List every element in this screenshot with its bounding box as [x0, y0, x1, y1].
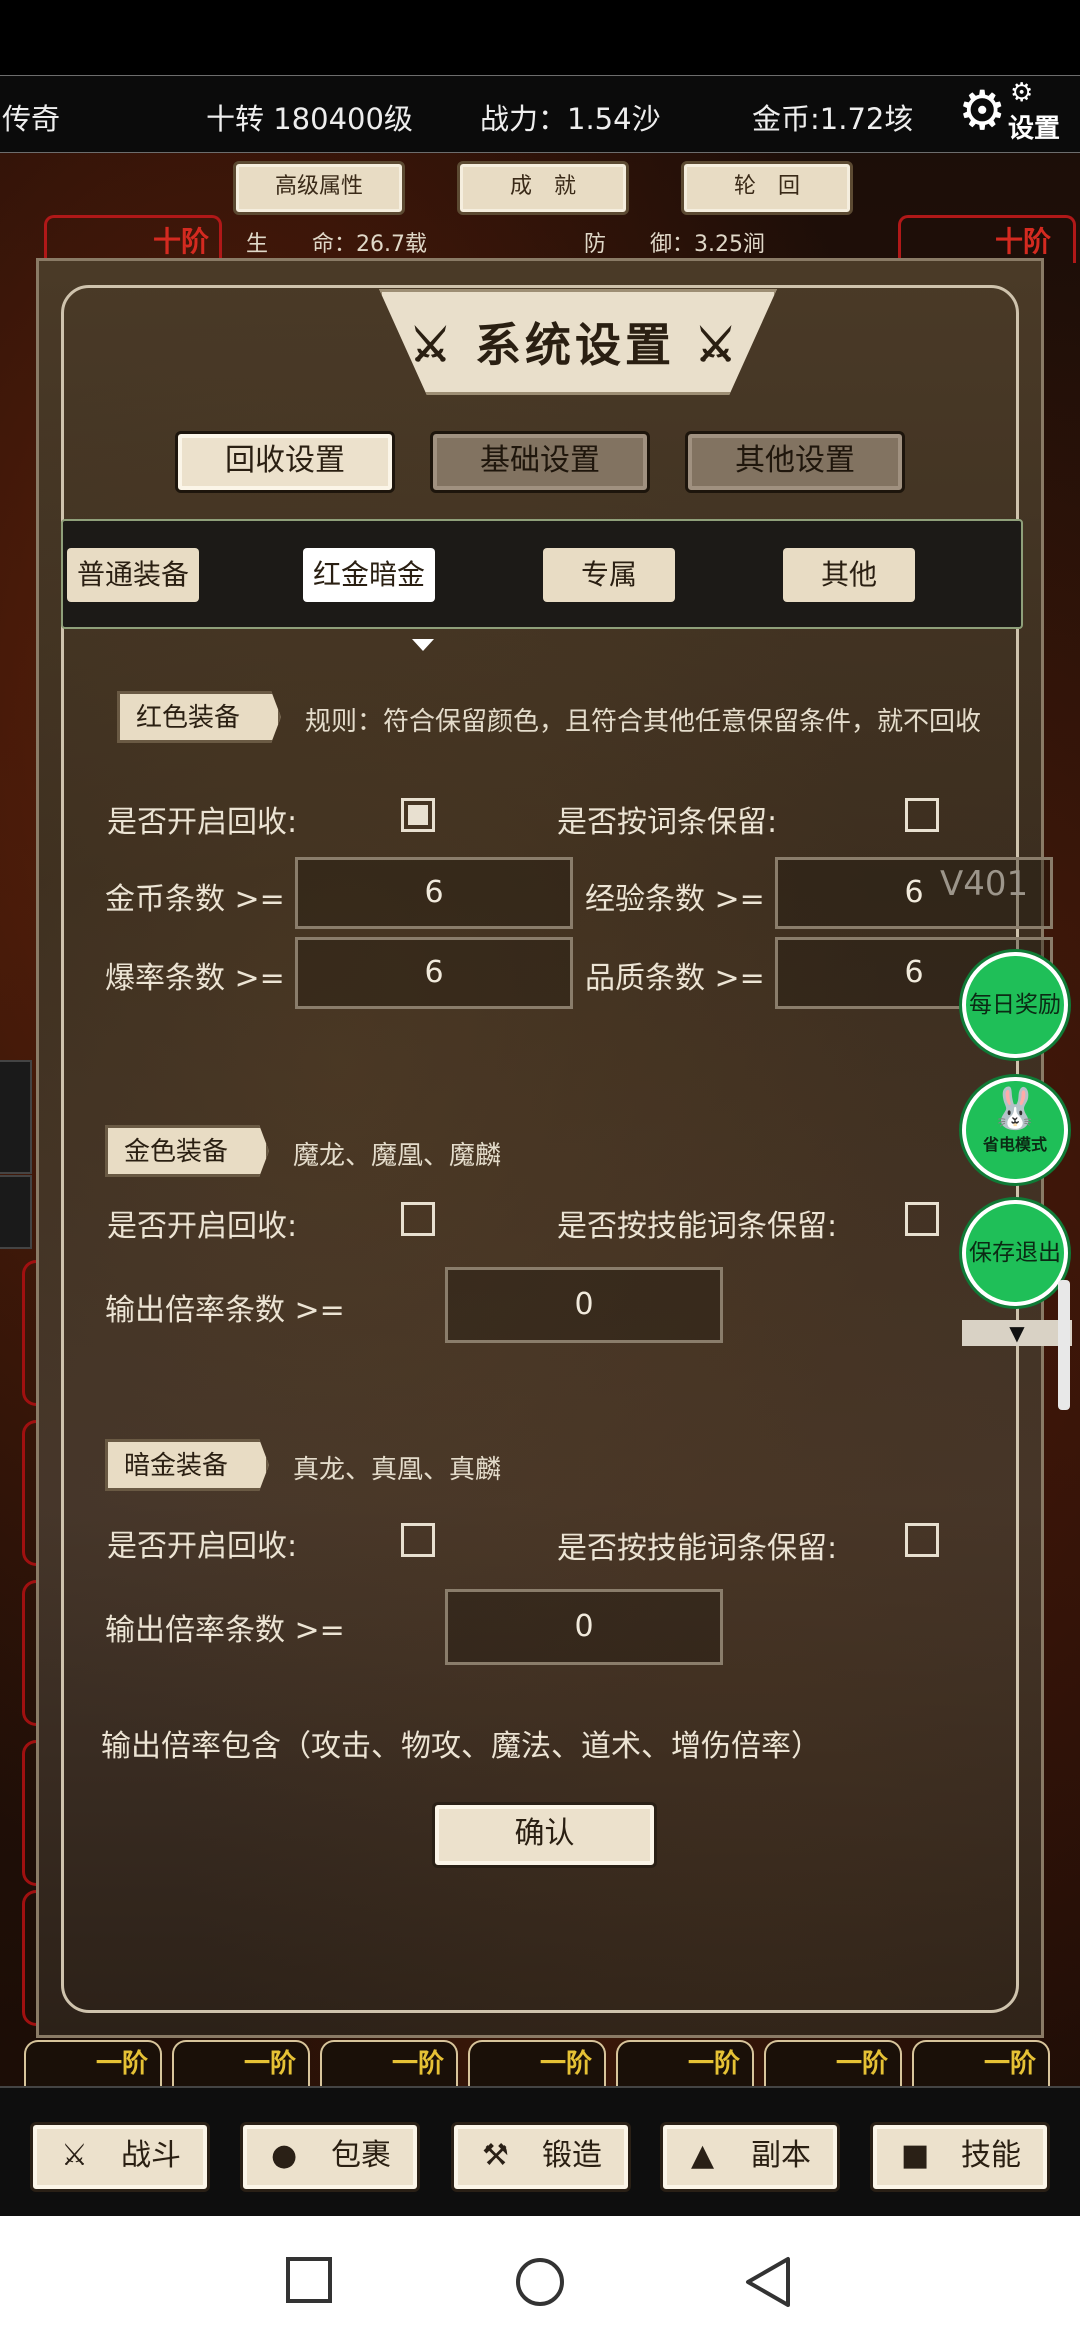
red-keep-by-affix-label: 是否按词条保留:	[557, 805, 778, 840]
exp-count-label: 经验条数 >=	[585, 882, 765, 917]
gold-count-input[interactable]: 6	[295, 857, 573, 929]
dark-keep-by-skill-affix-label: 是否按技能词条保留:	[557, 1531, 838, 1566]
level-text: 十转 180400级	[206, 102, 413, 136]
gold-equipment-tag: 金色装备	[105, 1125, 269, 1177]
triangle-down-icon: ▼	[1009, 1321, 1025, 1345]
side-panel	[0, 1060, 32, 1174]
gold-text: 金币:1.72垓	[752, 102, 914, 136]
battle-label: 战斗	[121, 2138, 181, 2173]
top-status-bar: 传奇 十转 180400级 战力：1.54沙 金币:1.72垓 ⚙ ⚙ 设置	[0, 75, 1080, 153]
power-saving-label: 省电模式	[982, 1135, 1047, 1154]
gold-count-label: 金币条数 >=	[105, 882, 285, 917]
drop-rate-count-input[interactable]: 6	[295, 937, 573, 1009]
red-rule-text: 规则：符合保留颜色，且符合其他任意保留条件，就不回收	[305, 707, 982, 737]
tower-icon: ▲	[691, 2138, 715, 2173]
system-settings-dialog: ⚔ 系统设置 ⚔ 回收设置 基础设置 其他设置 普通装备 红金暗金 专属 其他 …	[36, 258, 1053, 2038]
save-exit-button[interactable]: 保存退出	[962, 1200, 1068, 1306]
advanced-attributes-button[interactable]: 高级属性	[233, 161, 405, 215]
forge-button[interactable]: ⚒ 锻造	[451, 2122, 631, 2192]
settings-label: 设置	[1008, 114, 1061, 144]
tier-tab[interactable]: 一阶	[764, 2040, 902, 2086]
quality-count-label: 品质条数 >=	[585, 961, 765, 996]
dark-gold-equipment-desc: 真龙、真凰、真麟	[293, 1455, 502, 1485]
hp-stat: 生 命：26.7载	[246, 232, 427, 257]
rank-title: 传奇	[2, 102, 61, 136]
daily-reward-button[interactable]: 每日奖励	[962, 952, 1068, 1058]
tier-tab[interactable]: 一阶	[616, 2040, 754, 2086]
red-keep-by-affix-checkbox[interactable]	[905, 798, 939, 832]
gold-keep-by-skill-affix-label: 是否按技能词条保留:	[557, 1209, 838, 1244]
tier-tab[interactable]: 一阶	[468, 2040, 606, 2086]
dialog-title: ⚔ 系统设置 ⚔	[409, 318, 741, 372]
bag-button[interactable]: ● 包裹	[240, 2122, 420, 2192]
gear-icon: ⚙	[958, 79, 1007, 142]
power-saving-button[interactable]: 🐰 省电模式	[962, 1077, 1068, 1183]
dark-output-multiplier-input[interactable]: 0	[445, 1589, 723, 1665]
forge-label: 锻造	[542, 2138, 602, 2173]
reincarnation-button[interactable]: 轮 回	[681, 161, 853, 215]
tier-tab[interactable]: 一阶	[24, 2040, 162, 2086]
dark-enable-recycle-checkbox[interactable]	[401, 1523, 435, 1557]
scrollbar[interactable]	[1058, 1280, 1070, 1410]
dark-keep-by-skill-affix-checkbox[interactable]	[905, 1523, 939, 1557]
hammer-icon: ⚒	[482, 2138, 509, 2173]
subtab-indicator	[412, 639, 434, 651]
settings-button[interactable]: ⚙ ⚙ 设置	[958, 78, 1070, 146]
bottom-navigation: ⚔ 战斗 ● 包裹 ⚒ 锻造 ▲ 副本 ■ 技能	[0, 2086, 1080, 2218]
red-enable-recycle-label: 是否开启回收:	[107, 805, 298, 840]
subtab-normal-equipment[interactable]: 普通装备	[67, 548, 199, 602]
tier-tab[interactable]: 一阶	[172, 2040, 310, 2086]
def-stat: 防 御：3.25涧	[584, 232, 765, 257]
gold-enable-recycle-checkbox[interactable]	[401, 1202, 435, 1236]
subtab-red-gold-dark-gold[interactable]: 红金暗金	[303, 548, 435, 602]
collapse-toggle[interactable]: ▼	[962, 1320, 1072, 1346]
gold-output-multiplier-label: 输出倍率条数 >=	[105, 1293, 345, 1328]
dark-gold-equipment-tag: 暗金装备	[105, 1439, 269, 1491]
dark-output-multiplier-label: 输出倍率条数 >=	[105, 1613, 345, 1648]
skills-label: 技能	[961, 2138, 1021, 2173]
crossed-swords-icon: ⚔	[61, 2138, 88, 2173]
equipment-subtab-bar: 普通装备 红金暗金 专属 其他	[61, 519, 1023, 651]
tab-basic-settings[interactable]: 基础设置	[430, 431, 650, 493]
tier-badge-right: 十阶	[898, 215, 1076, 263]
dark-enable-recycle-label: 是否开启回收:	[107, 1529, 298, 1564]
version-label: V401	[940, 864, 1029, 904]
bag-label: 包裹	[331, 2138, 391, 2173]
output-multiplier-footnote: 输出倍率包含（攻击、物攻、魔法、道术、增伤倍率）	[101, 1729, 821, 1764]
home-icon[interactable]	[514, 2256, 566, 2308]
red-enable-recycle-checkbox[interactable]	[401, 798, 435, 832]
recent-apps-icon[interactable]	[285, 2256, 333, 2304]
dungeon-label: 副本	[751, 2138, 811, 2173]
subtab-other[interactable]: 其他	[783, 548, 915, 602]
bag-icon: ●	[271, 2138, 298, 2173]
bunny-icon: 🐰	[990, 1086, 1040, 1132]
gold-enable-recycle-label: 是否开启回收:	[107, 1209, 298, 1244]
system-navigation-bar	[0, 2216, 1080, 2340]
red-equipment-tag: 红色装备	[117, 691, 281, 743]
drop-rate-count-label: 爆率条数 >=	[105, 961, 285, 996]
power-text: 战力：1.54沙	[480, 102, 661, 136]
dungeon-button[interactable]: ▲ 副本	[660, 2122, 840, 2192]
gold-equipment-desc: 魔龙、魔凰、魔麟	[293, 1141, 502, 1171]
side-panel	[0, 1175, 32, 1249]
battle-button[interactable]: ⚔ 战斗	[30, 2122, 210, 2192]
skills-button[interactable]: ■ 技能	[870, 2122, 1050, 2192]
gold-output-multiplier-input[interactable]: 0	[445, 1267, 723, 1343]
back-icon[interactable]	[744, 2256, 792, 2308]
subtab-exclusive[interactable]: 专属	[543, 548, 675, 602]
tier-tab[interactable]: 一阶	[912, 2040, 1050, 2086]
tier-tab[interactable]: 一阶	[320, 2040, 458, 2086]
tier-badge-left: 十阶	[44, 215, 222, 263]
gold-keep-by-skill-affix-checkbox[interactable]	[905, 1202, 939, 1236]
book-icon: ■	[901, 2138, 930, 2173]
tab-recycle-settings[interactable]: 回收设置	[175, 431, 395, 493]
small-gear-icon: ⚙	[1010, 78, 1034, 108]
confirm-button[interactable]: 确认	[432, 1802, 657, 1868]
achievements-button[interactable]: 成 就	[457, 161, 629, 215]
tab-other-settings[interactable]: 其他设置	[685, 431, 905, 493]
